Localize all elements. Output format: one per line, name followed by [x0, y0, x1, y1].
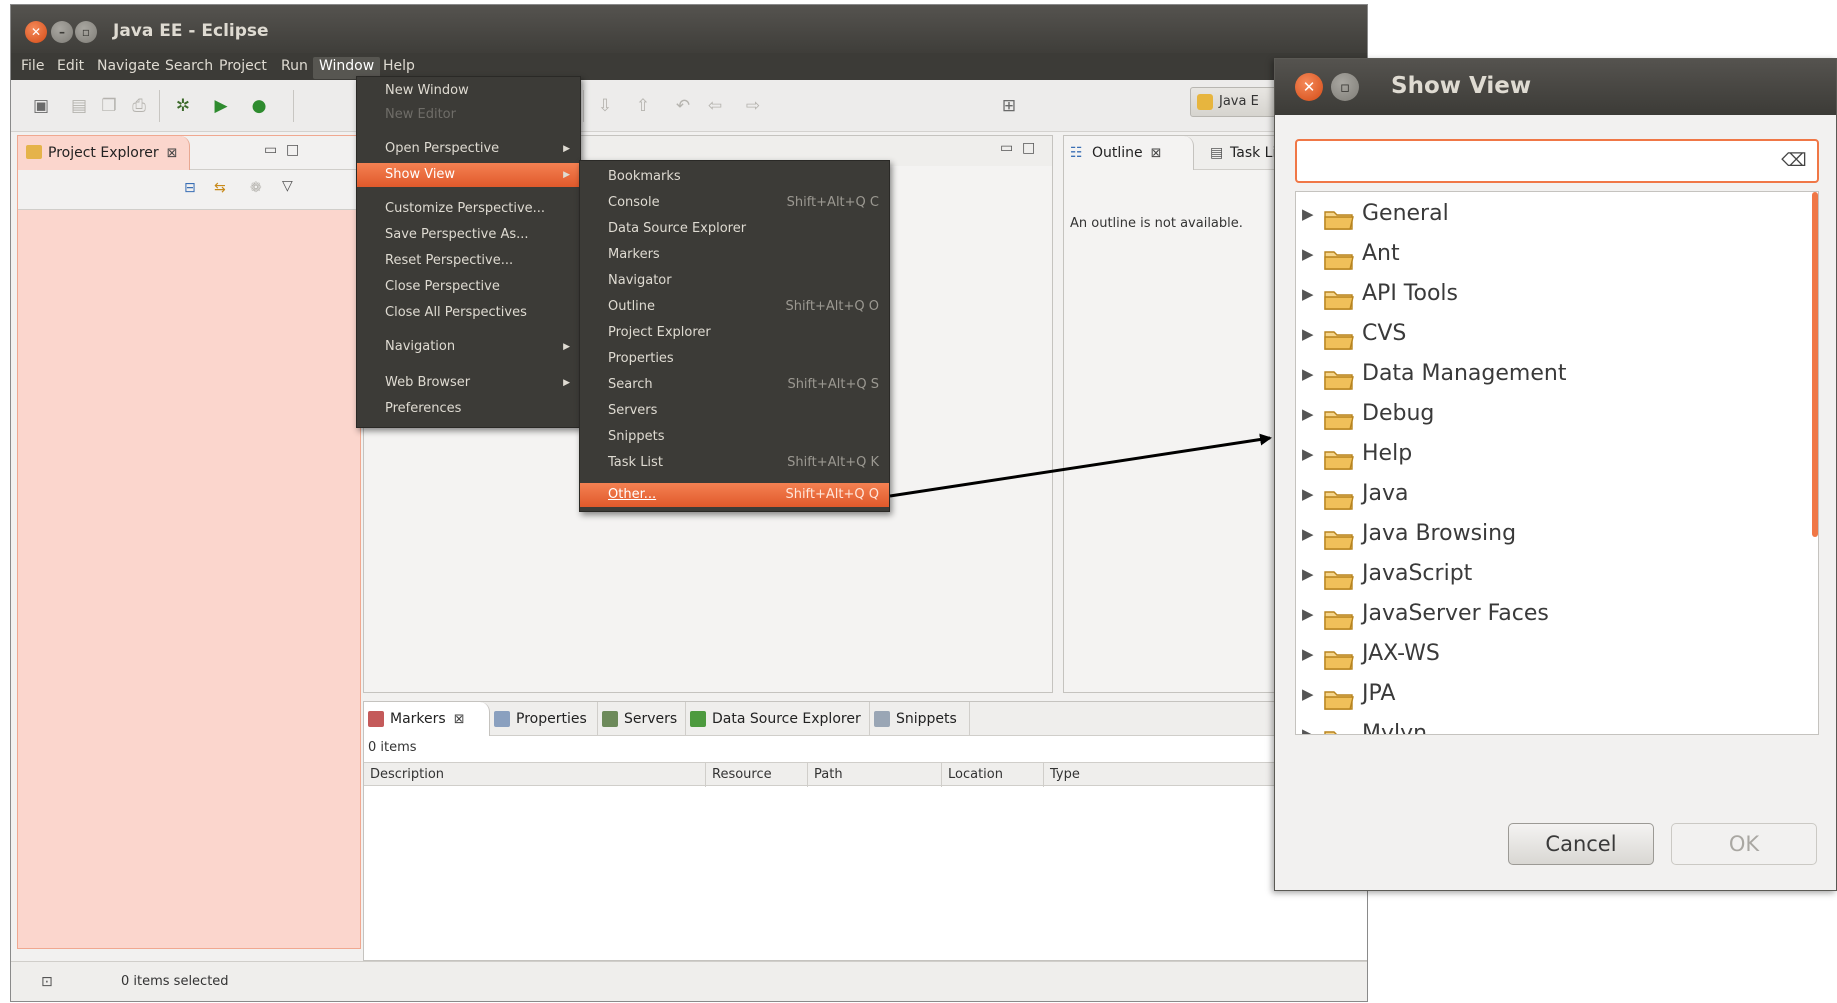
- show-view-dialog: ✕ ▫ Show View ⌫ ▶ General ▶ Ant ▶ API Tools ▶ C…: [1274, 58, 1837, 891]
- expand-triangle-icon[interactable]: ▶: [1302, 314, 1314, 354]
- ok-button[interactable]: OK: [1671, 823, 1817, 865]
- tree-node[interactable]: ▶ Help: [1296, 434, 1806, 474]
- cancel-button[interactable]: Cancel: [1508, 823, 1654, 865]
- folder-icon: [1324, 724, 1354, 734]
- tree-node-label: Help: [1362, 441, 1413, 466]
- dialog-title-bar: ✕ ▫ Show View: [1275, 59, 1836, 115]
- folder-icon: [1324, 644, 1354, 670]
- expand-triangle-icon[interactable]: ▶: [1302, 274, 1314, 314]
- expand-triangle-icon[interactable]: ▶: [1302, 394, 1314, 434]
- tree-node-label: JavaScript: [1362, 561, 1473, 586]
- tree-node[interactable]: ▶ General: [1296, 194, 1806, 234]
- tree-node-label: JAX-WS: [1362, 641, 1440, 666]
- expand-triangle-icon[interactable]: ▶: [1302, 474, 1314, 514]
- expand-triangle-icon[interactable]: ▶: [1302, 594, 1314, 634]
- expand-triangle-icon[interactable]: ▶: [1302, 234, 1314, 274]
- folder-icon: [1324, 684, 1354, 710]
- dialog-title: Show View: [1391, 73, 1532, 99]
- tree-node-label: Debug: [1362, 401, 1435, 426]
- tree-node-label: Mylyn: [1362, 721, 1428, 735]
- expand-triangle-icon[interactable]: ▶: [1302, 434, 1314, 474]
- tree-node-label: Java Browsing: [1362, 521, 1517, 546]
- tree-node-label: Ant: [1362, 241, 1400, 266]
- tree-scrollbar[interactable]: [1812, 192, 1818, 537]
- expand-triangle-icon[interactable]: ▶: [1302, 354, 1314, 394]
- expand-triangle-icon[interactable]: ▶: [1302, 714, 1314, 734]
- expand-triangle-icon[interactable]: ▶: [1302, 194, 1314, 234]
- folder-icon: [1324, 404, 1354, 430]
- folder-icon: [1324, 564, 1354, 590]
- dialog-close-button[interactable]: ✕: [1295, 73, 1323, 101]
- expand-triangle-icon[interactable]: ▶: [1302, 634, 1314, 674]
- folder-icon: [1324, 524, 1354, 550]
- filter-input[interactable]: [1295, 139, 1819, 183]
- tree-node[interactable]: ▶ API Tools: [1296, 274, 1806, 314]
- expand-triangle-icon[interactable]: ▶: [1302, 514, 1314, 554]
- tree-node[interactable]: ▶ Ant: [1296, 234, 1806, 274]
- folder-icon: [1324, 484, 1354, 510]
- tree-node[interactable]: ▶ Mylyn: [1296, 714, 1806, 735]
- tree-node-label: JavaServer Faces: [1362, 601, 1549, 626]
- folder-icon: [1324, 324, 1354, 350]
- folder-icon: [1324, 444, 1354, 470]
- tree-node[interactable]: ▶ CVS: [1296, 314, 1806, 354]
- tree-node[interactable]: ▶ JPA: [1296, 674, 1806, 714]
- tree-node-label: Data Management: [1362, 361, 1567, 386]
- view-category-tree: ▶ General ▶ Ant ▶ API Tools ▶ CVS ▶ Data Manageme…: [1295, 191, 1819, 735]
- tree-node[interactable]: ▶ Java Browsing: [1296, 514, 1806, 554]
- folder-icon: [1324, 364, 1354, 390]
- folder-icon: [1324, 284, 1354, 310]
- folder-icon: [1324, 204, 1354, 230]
- tree-node-label: CVS: [1362, 321, 1407, 346]
- tree-node[interactable]: ▶ JAX-WS: [1296, 634, 1806, 674]
- folder-icon: [1324, 244, 1354, 270]
- tree-node-label: Java: [1362, 481, 1409, 506]
- tree-node[interactable]: ▶ Java: [1296, 474, 1806, 514]
- clear-filter-icon[interactable]: ⌫: [1780, 151, 1808, 171]
- tree-node[interactable]: ▶ JavaScript: [1296, 554, 1806, 594]
- dialog-maximize-button[interactable]: ▫: [1331, 73, 1359, 101]
- tree-node-label: JPA: [1362, 681, 1396, 706]
- tree-node[interactable]: ▶ Debug: [1296, 394, 1806, 434]
- tree-node-label: API Tools: [1362, 281, 1458, 306]
- expand-triangle-icon[interactable]: ▶: [1302, 554, 1314, 594]
- expand-triangle-icon[interactable]: ▶: [1302, 674, 1314, 714]
- tree-node-label: General: [1362, 201, 1449, 226]
- tree-node[interactable]: ▶ Data Management: [1296, 354, 1806, 394]
- folder-icon: [1324, 604, 1354, 630]
- tree-node[interactable]: ▶ JavaServer Faces: [1296, 594, 1806, 634]
